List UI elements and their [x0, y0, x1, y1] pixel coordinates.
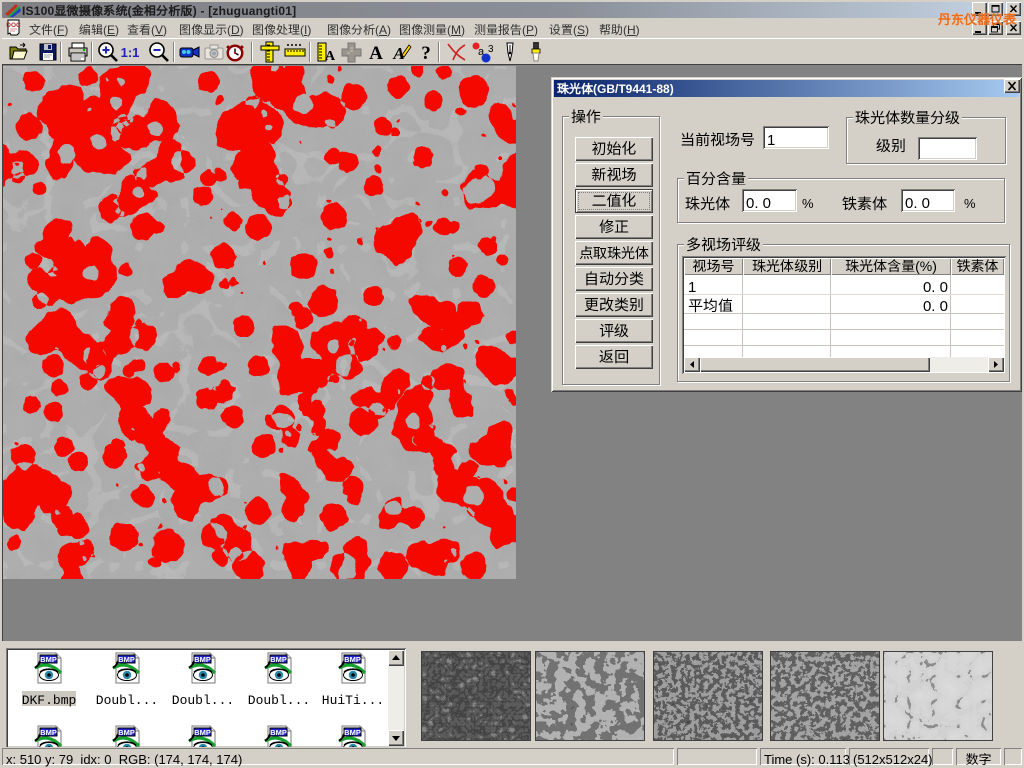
svg-text:A: A: [325, 49, 336, 64]
svg-text:?: ?: [421, 43, 431, 64]
svg-text:A: A: [369, 43, 383, 64]
svg-text:BMP: BMP: [270, 655, 287, 664]
svg-text:BMP: BMP: [40, 728, 57, 737]
svg-text:BMP: BMP: [194, 655, 211, 664]
svg-text:BMP: BMP: [194, 728, 211, 737]
svg-text:1:1: 1:1: [121, 45, 140, 60]
svg-text:BMP: BMP: [118, 655, 135, 664]
svg-text:BMP: BMP: [40, 655, 57, 664]
svg-text:BMP: BMP: [344, 655, 361, 664]
svg-text:BMP: BMP: [118, 728, 135, 737]
svg-text:3: 3: [488, 44, 493, 55]
svg-text:BMP: BMP: [344, 728, 361, 737]
svg-text:DOC: DOC: [6, 22, 21, 29]
svg-text:BMP: BMP: [270, 728, 287, 737]
